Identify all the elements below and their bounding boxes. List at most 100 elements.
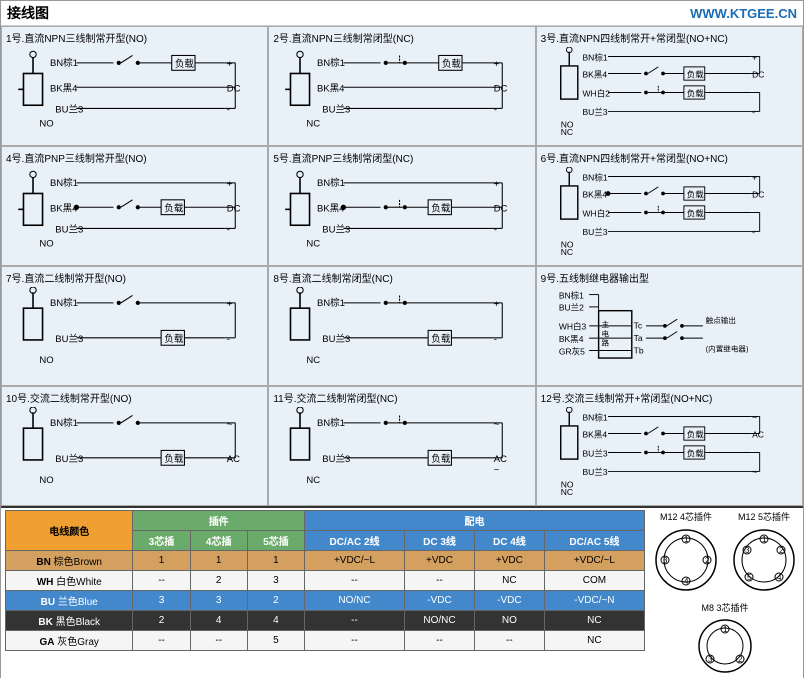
svg-text:BU兰3: BU兰3 — [323, 104, 351, 116]
svg-text:NC: NC — [560, 127, 572, 137]
power-col-2: DC 3线 — [405, 531, 475, 551]
svg-text:-: - — [227, 105, 230, 116]
wire-BN-v2: +VDC — [405, 551, 475, 571]
svg-text:NO: NO — [39, 118, 53, 129]
wire-BK-v1: -- — [304, 611, 404, 631]
svg-text:-: - — [494, 105, 497, 116]
m12-4pin: M12 4芯插件 1 2 3 — [651, 510, 721, 597]
svg-text:BU兰3: BU兰3 — [582, 467, 607, 477]
diagram-6-title: 6号.直流NPN四线制常开+常闭型(NO+NC) — [541, 150, 798, 165]
diagram-8: 8号.直流二线制常闭型(NC) BN棕1 + BU兰3 负载 - NC — [268, 266, 535, 386]
wire-WH-p3: 3 — [247, 571, 304, 591]
svg-text:-: - — [752, 107, 755, 117]
svg-text:~: ~ — [227, 454, 233, 465]
svg-text:BK黑4: BK黑4 — [582, 69, 607, 79]
diagram-12-svg: BN棕1 ~ BK黑4 负载 AC BU兰3 — [541, 407, 798, 497]
plugin-header: 插件 — [133, 511, 305, 531]
svg-text:BN棕1: BN棕1 — [558, 290, 583, 300]
diagram-10-title: 10号.交流二线制常开型(NO) — [6, 390, 263, 405]
svg-text:~: ~ — [227, 419, 233, 430]
power-col-1: DC/AC 2线 — [304, 531, 404, 551]
wire-GA-v3: -- — [474, 631, 544, 651]
wire-WH-v1: -- — [304, 571, 404, 591]
svg-text:NC: NC — [307, 238, 321, 249]
svg-text:+: + — [752, 172, 757, 182]
power-header: 配电 — [304, 511, 644, 531]
wire-BK-v4: NC — [544, 611, 644, 631]
m12-connectors-row: M12 4芯插件 1 2 3 — [651, 510, 799, 597]
wire-BN-v3: +VDC — [474, 551, 544, 571]
svg-text:负载: 负载 — [686, 88, 704, 98]
svg-text:BN棕1: BN棕1 — [317, 417, 345, 429]
connector-diagrams: M12 4芯插件 1 2 3 — [651, 510, 799, 678]
svg-text:触点输出: 触点输出 — [705, 315, 735, 325]
svg-text:Tc: Tc — [633, 321, 642, 331]
wire-BU-p1: 3 — [133, 591, 190, 611]
diagram-11: 11号.交流二线制常闭型(NC) BN棕1 ~ BU兰3 负载 AC NC — [268, 386, 535, 506]
diagram-1-title: 1号.直流NPN三线制常开型(NO) — [6, 30, 263, 45]
svg-text:-: - — [494, 334, 497, 345]
wire-WH-v3: NC — [474, 571, 544, 591]
m12-4pin-svg: 1 2 3 4 — [651, 525, 721, 595]
diagram-11-svg: BN棕1 ~ BU兰3 负载 AC NC ~ — [273, 407, 530, 497]
diagram-10: 10号.交流二线制常开型(NO) BN棕1 ~ BU兰3 负载 AC NO — [1, 386, 268, 506]
svg-text:3: 3 — [708, 655, 713, 664]
m12-5pin: M12 5芯插件 1 2 3 — [729, 510, 799, 597]
svg-text:+: + — [494, 179, 500, 190]
wire-BU-v1: NO/NC — [304, 591, 404, 611]
diagram-7: 7号.直流二线制常开型(NO) BN棕1 + BU兰3 负载 - NO — [1, 266, 268, 386]
svg-text:BK黑4: BK黑4 — [317, 83, 345, 94]
wire-BN-v1: +VDC/~L — [304, 551, 404, 571]
svg-text:BU兰3: BU兰3 — [55, 453, 83, 465]
wire-GA-v1: -- — [304, 631, 404, 651]
svg-text:DC: DC — [752, 69, 764, 79]
svg-text:NC: NC — [307, 475, 321, 486]
wire-BN-p2: 1 — [190, 551, 247, 571]
svg-text:DC: DC — [494, 203, 508, 214]
svg-text:BU兰3: BU兰3 — [582, 227, 607, 237]
diagram-4-title: 4号.直流PNP三线制常开型(NO) — [6, 150, 263, 165]
diagram-9-title: 9号.五线制继电器输出型 — [541, 270, 798, 285]
svg-text:-: - — [227, 334, 230, 345]
svg-text:WH白2: WH白2 — [582, 88, 610, 98]
page-wrapper: 接线图 WWW.KTGEE.CN 1号.直流NPN三线制常开型(NO) BN棕1 — [0, 0, 804, 678]
plugin-col-3: 5芯插 — [247, 531, 304, 551]
wire-WH-p1: -- — [133, 571, 190, 591]
diagram-11-title: 11号.交流二线制常闭型(NC) — [273, 390, 530, 405]
wire-BU-v4: -VDC/~N — [544, 591, 644, 611]
svg-text:负载: 负载 — [432, 202, 452, 214]
svg-text:AC: AC — [494, 454, 507, 465]
diagram-4: 4号.直流PNP三线制常开型(NO) BN棕1 + BK黑4 负载 DC — [1, 146, 268, 266]
wire-WH-v2: -- — [405, 571, 475, 591]
wire-BN-p1: 1 — [133, 551, 190, 571]
svg-text:BU兰3: BU兰3 — [323, 333, 351, 345]
svg-text:NO: NO — [39, 475, 53, 486]
svg-text:DC: DC — [227, 203, 241, 214]
svg-text:BK黑4: BK黑4 — [50, 83, 78, 94]
svg-text:WH白3: WH白3 — [558, 322, 586, 332]
svg-text:负载: 负载 — [432, 333, 452, 345]
svg-text:负载: 负载 — [686, 208, 704, 218]
svg-text:负载: 负载 — [164, 202, 184, 214]
diagram-12-title: 12号.交流三线制常开+常闭型(NO+NC) — [541, 390, 798, 405]
svg-text:BK黑4: BK黑4 — [558, 334, 583, 344]
svg-text:BN棕1: BN棕1 — [582, 52, 607, 62]
svg-text:负载: 负载 — [686, 69, 704, 79]
svg-text:BN棕1: BN棕1 — [50, 57, 78, 69]
diagram-8-title: 8号.直流二线制常闭型(NC) — [273, 270, 530, 285]
svg-text:2: 2 — [705, 556, 710, 565]
website-url: WWW.KTGEE.CN — [690, 6, 797, 21]
svg-text:4: 4 — [777, 573, 782, 582]
wire-GA-p1: -- — [133, 631, 190, 651]
svg-text:BN棕1: BN棕1 — [317, 297, 345, 309]
svg-text:BU兰3: BU兰3 — [323, 224, 351, 236]
m12-5pin-title: M12 5芯插件 — [729, 510, 799, 523]
wire-GA-v4: NC — [544, 631, 644, 651]
svg-text:BN棕1: BN棕1 — [582, 172, 607, 182]
svg-text:WH白2: WH白2 — [582, 208, 610, 218]
svg-text:Tb: Tb — [633, 345, 643, 355]
diagram-10-svg: BN棕1 ~ BU兰3 负载 AC NO ~ — [6, 407, 263, 497]
svg-text:负载: 负载 — [432, 453, 452, 465]
svg-text:BN棕1: BN棕1 — [50, 297, 78, 309]
wire-WH-v4: COM — [544, 571, 644, 591]
